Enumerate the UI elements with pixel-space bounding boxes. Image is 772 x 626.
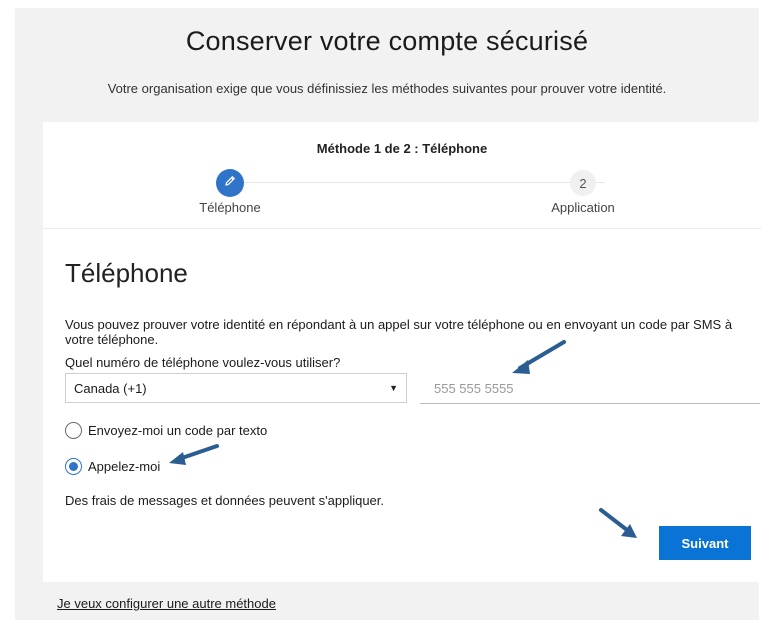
other-method-link[interactable]: Je veux configurer une autre méthode — [57, 596, 276, 611]
radio-selected-dot — [69, 462, 78, 471]
next-button[interactable]: Suivant — [659, 526, 751, 560]
option-text-code-label: Envoyez-moi un code par texto — [88, 423, 268, 438]
phone-question: Quel numéro de téléphone voulez-vous uti… — [65, 355, 341, 370]
section-title: Téléphone — [65, 258, 188, 288]
page-subtitle: Votre organisation exige que vous défini… — [107, 81, 667, 96]
radio-text-code[interactable] — [65, 422, 82, 439]
phone-number-input[interactable] — [420, 374, 760, 404]
option-call-me[interactable]: Appelez-moi — [65, 458, 160, 475]
step-2-indicator: 2 — [570, 170, 596, 196]
annotation-arrow-icon — [169, 444, 219, 465]
chevron-down-icon: ▼ — [389, 383, 398, 393]
option-text-code[interactable]: Envoyez-moi un code par texto — [65, 422, 267, 439]
security-setup-panel: Conserver votre compte sécurisé Votre or… — [15, 8, 761, 620]
divider — [43, 228, 761, 229]
method-description: Vous pouvez prouver votre identité en ré… — [65, 317, 733, 347]
option-call-me-label: Appelez-moi — [88, 459, 161, 474]
pencil-icon — [223, 174, 237, 193]
country-code-value: Canada (+1) — [74, 380, 147, 396]
step-1-indicator — [216, 169, 244, 197]
annotation-arrow-icon — [599, 508, 637, 538]
step-caption: Méthode 1 de 2 : Téléphone — [316, 141, 488, 156]
page-title: Conserver votre compte sécurisé — [185, 26, 589, 56]
annotation-arrow-icon — [512, 340, 566, 374]
country-code-select[interactable]: Canada (+1) ▼ — [65, 373, 407, 403]
step-2-label: Application — [551, 200, 615, 215]
progress-line — [227, 182, 605, 183]
method-card: Méthode 1 de 2 : Téléphone Téléphone 2 A… — [43, 122, 761, 582]
fees-notice: Des frais de messages et données peuvent… — [65, 493, 385, 508]
radio-call-me[interactable] — [65, 458, 82, 475]
step-1-label: Téléphone — [199, 200, 261, 215]
